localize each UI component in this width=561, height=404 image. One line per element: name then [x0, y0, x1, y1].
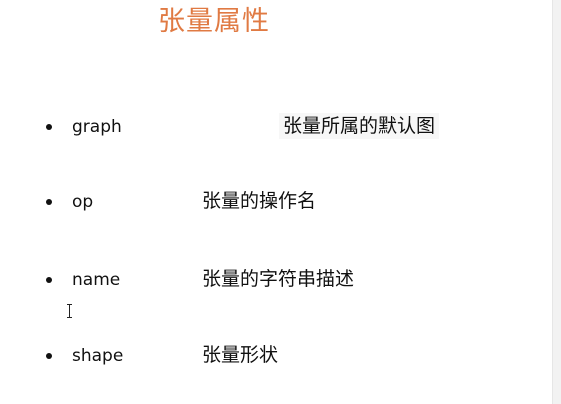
slide-canvas: 张量属性 graph 张量所属的默认图 op 张量的操作名 name 张量的字符…	[0, 0, 561, 404]
bullet-item-graph: graph 张量所属的默认图	[0, 113, 552, 143]
item-description: 张量的字符串描述	[202, 268, 355, 290]
bullet-icon	[46, 124, 52, 130]
bullet-icon	[46, 199, 52, 205]
item-term: shape	[72, 346, 124, 366]
item-description: 张量形状	[202, 344, 279, 366]
item-description: 张量所属的默认图	[279, 113, 440, 139]
bullet-icon	[46, 353, 52, 359]
item-description: 张量的操作名	[202, 190, 317, 212]
item-term: graph	[72, 117, 122, 137]
window-edge	[552, 0, 561, 404]
slide-title: 张量属性	[158, 6, 270, 37]
text-cursor-icon	[66, 303, 74, 319]
bullet-item-name: name 张量的字符串描述	[0, 266, 552, 296]
bullet-item-op: op 张量的操作名	[0, 188, 552, 218]
item-term: op	[72, 192, 94, 212]
bullet-icon	[46, 277, 52, 283]
bullet-item-shape: shape 张量形状	[0, 342, 552, 372]
item-term: name	[72, 270, 121, 290]
